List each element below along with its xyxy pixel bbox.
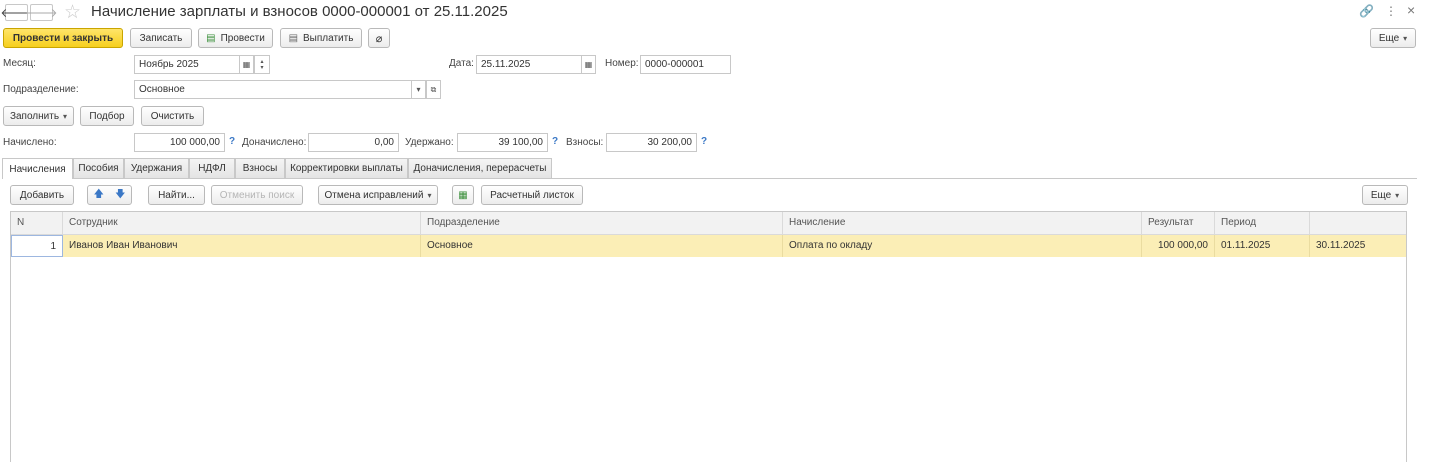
- tab-divider: [2, 178, 1417, 179]
- additional-field[interactable]: 0,00: [308, 133, 399, 152]
- help-icon[interactable]: ?: [701, 136, 707, 147]
- tab-ndfl[interactable]: НДФЛ: [189, 158, 235, 178]
- payslip-button[interactable]: Расчетный листок: [481, 185, 583, 205]
- date-label: Дата:: [449, 58, 474, 69]
- more-menu-icon[interactable]: ⋮: [1385, 4, 1397, 18]
- column-header-period[interactable]: Период: [1215, 212, 1310, 235]
- find-button[interactable]: Найти...: [148, 185, 205, 205]
- caret-down-icon: ▾: [63, 111, 68, 121]
- number-label: Номер:: [605, 58, 639, 69]
- post-and-close-button[interactable]: Провести и закрыть: [3, 28, 123, 48]
- post-document-icon: ▤: [206, 32, 216, 44]
- accrued-field[interactable]: 100 000,00: [134, 133, 225, 152]
- cell-n[interactable]: 1: [11, 235, 63, 257]
- help-icon[interactable]: ?: [229, 136, 235, 147]
- column-header-n[interactable]: N: [11, 212, 63, 235]
- more-button[interactable]: Еще ▾: [1370, 28, 1416, 48]
- month-calendar-button[interactable]: ▦: [239, 55, 254, 74]
- fill-button[interactable]: Заполнить ▾: [3, 106, 74, 126]
- tab-accruals[interactable]: Начисления: [2, 158, 73, 179]
- column-header-accrual[interactable]: Начисление: [783, 212, 1142, 235]
- contributions-field[interactable]: 30 200,00: [606, 133, 697, 152]
- month-spinner[interactable]: ▴ ▾: [254, 55, 270, 74]
- department-dropdown-button[interactable]: ▾: [411, 80, 426, 99]
- arrow-right-icon: 🡒: [25, 6, 58, 20]
- table-more-button[interactable]: Еще ▾: [1362, 185, 1408, 205]
- caret-down-icon: ▾: [427, 190, 432, 200]
- table-plus-icon: ▦: [458, 189, 468, 201]
- cell-result[interactable]: 100 000,00: [1142, 235, 1215, 257]
- department-open-button[interactable]: ⧉: [426, 80, 441, 99]
- additional-label: Доначислено:: [242, 137, 307, 148]
- attach-button[interactable]: ⌀: [368, 28, 390, 48]
- caret-down-icon: ▾: [1395, 190, 1400, 200]
- accrued-label: Начислено:: [3, 137, 57, 148]
- pick-button[interactable]: Подбор: [80, 106, 134, 126]
- column-header-period-end[interactable]: [1310, 212, 1406, 235]
- forward-button[interactable]: 🡒: [25, 4, 58, 21]
- table-row[interactable]: 1 Иванов Иван Иванович Основное Оплата п…: [11, 235, 1406, 257]
- column-header-department[interactable]: Подразделение: [421, 212, 783, 235]
- cell-period-end[interactable]: 30.11.2025: [1310, 235, 1406, 257]
- pay-button[interactable]: ▤ Выплатить: [280, 28, 362, 48]
- save-button[interactable]: Записать: [130, 28, 192, 48]
- cancel-search-button[interactable]: Отменить поиск: [211, 185, 303, 205]
- link-icon[interactable]: 🔗: [1359, 4, 1374, 18]
- date-calendar-button[interactable]: ▦: [581, 55, 596, 74]
- cell-period-start[interactable]: 01.11.2025: [1215, 235, 1310, 257]
- help-icon[interactable]: ?: [552, 136, 558, 147]
- page-title: Начисление зарплаты и взносов 0000-00000…: [91, 3, 508, 20]
- cell-employee[interactable]: Иванов Иван Иванович: [63, 235, 421, 257]
- post-button[interactable]: ▤ Провести: [198, 28, 273, 48]
- column-header-employee[interactable]: Сотрудник: [63, 212, 421, 235]
- number-field[interactable]: 0000-000001: [640, 55, 731, 74]
- cell-accrual[interactable]: Оплата по окладу: [783, 235, 1142, 257]
- month-label: Месяц:: [3, 58, 36, 69]
- calendar-icon: ▦: [242, 60, 251, 69]
- department-field[interactable]: Основное: [134, 80, 412, 99]
- tab-recalculations[interactable]: Доначисления, перерасчеты: [408, 158, 552, 178]
- pay-document-icon: ▤: [288, 32, 299, 44]
- caret-down-icon: ▾: [1403, 33, 1408, 43]
- tab-benefits[interactable]: Пособия: [73, 158, 124, 178]
- calendar-icon: ▦: [584, 60, 593, 69]
- paperclip-icon: ⌀: [375, 32, 383, 45]
- arrow-up-icon[interactable]: 🡅: [94, 187, 104, 204]
- accruals-table[interactable]: N Сотрудник Подразделение Начисление Рез…: [10, 211, 1407, 462]
- chevron-down-icon: ▾: [416, 85, 421, 94]
- spin-down-icon: ▾: [260, 64, 264, 71]
- open-icon: ⧉: [430, 84, 437, 94]
- favorite-star-icon[interactable]: ☆: [64, 1, 81, 24]
- cell-department[interactable]: Основное: [421, 235, 783, 257]
- department-label: Подразделение:: [3, 84, 79, 95]
- month-field[interactable]: Ноябрь 2025: [134, 55, 240, 74]
- clear-button[interactable]: Очистить: [141, 106, 204, 126]
- arrow-down-icon[interactable]: 🡇: [115, 187, 125, 204]
- tab-payment-corrections[interactable]: Корректировки выплаты: [285, 158, 408, 178]
- date-field[interactable]: 25.11.2025: [476, 55, 582, 74]
- add-table-button[interactable]: ▦: [452, 185, 474, 205]
- close-icon[interactable]: ×: [1407, 2, 1415, 18]
- move-buttons[interactable]: 🡅 🡇: [87, 185, 132, 205]
- withheld-field[interactable]: 39 100,00: [457, 133, 548, 152]
- tab-deductions[interactable]: Удержания: [124, 158, 189, 178]
- column-header-result[interactable]: Результат: [1142, 212, 1215, 235]
- cancel-corrections-button[interactable]: Отмена исправлений ▾: [318, 185, 438, 205]
- withheld-label: Удержано:: [405, 137, 454, 148]
- add-button[interactable]: Добавить: [10, 185, 74, 205]
- tab-contributions[interactable]: Взносы: [235, 158, 285, 178]
- contributions-label: Взносы:: [566, 137, 604, 148]
